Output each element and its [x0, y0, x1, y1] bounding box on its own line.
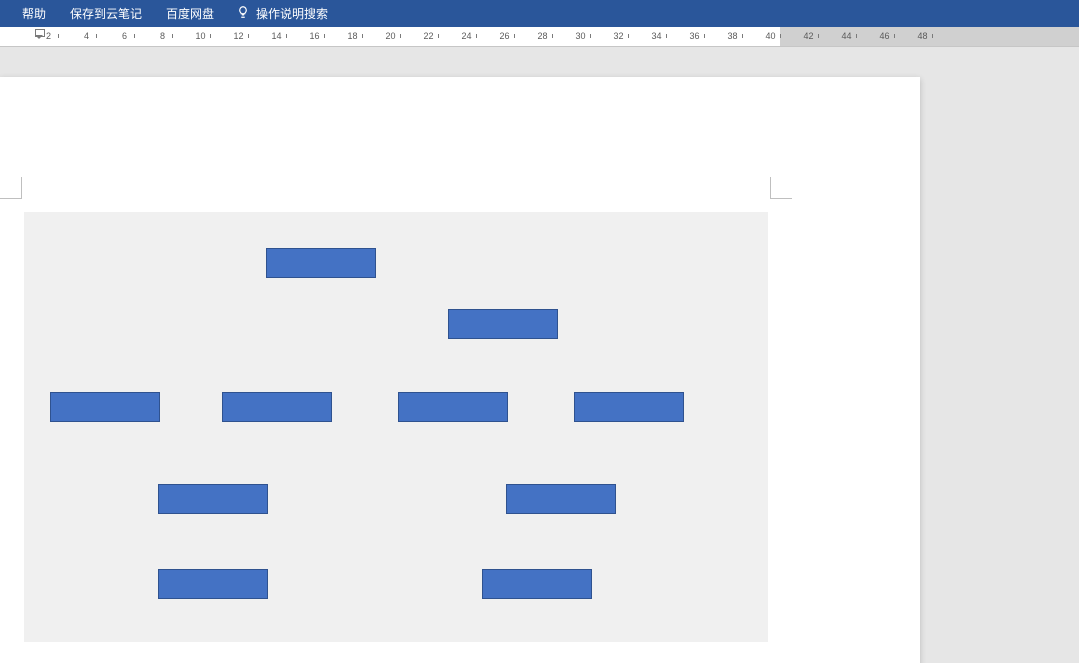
- rectangle-shape[interactable]: [222, 392, 332, 422]
- rectangle-shape[interactable]: [448, 309, 558, 339]
- rectangle-shape[interactable]: [482, 569, 592, 599]
- menu-label: 百度网盘: [166, 5, 214, 22]
- margin-corner-top-left: [0, 177, 22, 199]
- rectangle-shape[interactable]: [266, 248, 376, 278]
- rectangle-shape[interactable]: [506, 484, 616, 514]
- rectangle-shape[interactable]: [158, 569, 268, 599]
- menu-label: 帮助: [22, 5, 46, 22]
- rectangle-shape[interactable]: [398, 392, 508, 422]
- margin-corner-top-right: [770, 177, 792, 199]
- menu-label: 保存到云笔记: [70, 5, 142, 22]
- document-page[interactable]: [0, 77, 920, 663]
- menu-save-cloud-notes[interactable]: 保存到云笔记: [58, 0, 154, 27]
- horizontal-ruler[interactable]: 2468101214161820222426283032343638404244…: [0, 27, 1079, 47]
- document-workspace: [0, 47, 1079, 663]
- menu-bar: 帮助 保存到云笔记 百度网盘 操作说明搜索: [0, 0, 1079, 27]
- rectangle-shape[interactable]: [50, 392, 160, 422]
- menu-help[interactable]: 帮助: [10, 0, 58, 27]
- tell-me-label: 操作说明搜索: [256, 5, 328, 22]
- rectangle-shape[interactable]: [574, 392, 684, 422]
- drawing-canvas[interactable]: [24, 212, 768, 642]
- lightbulb-icon: [236, 5, 250, 22]
- tell-me-search[interactable]: 操作说明搜索: [226, 5, 338, 22]
- rectangle-shape[interactable]: [158, 484, 268, 514]
- ruler-scale: 2468101214161820222426283032343638404244…: [20, 27, 951, 46]
- menu-baidu-netdisk[interactable]: 百度网盘: [154, 0, 226, 27]
